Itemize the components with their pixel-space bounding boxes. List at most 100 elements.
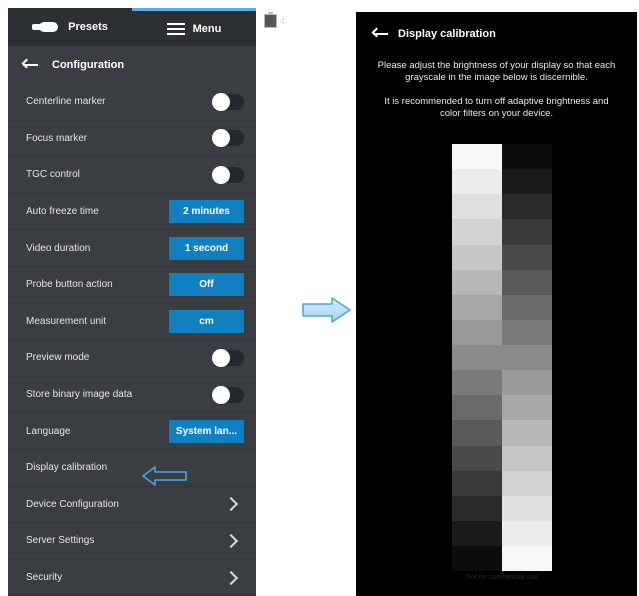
setting-label: Preview mode (26, 352, 90, 364)
grayscale-swatch (502, 520, 552, 546)
grayscale-swatch (502, 244, 552, 270)
grayscale-swatch (502, 294, 552, 320)
adaptive-brightness-note: It is recommended to turn off adaptive b… (384, 96, 609, 119)
setting-label: Store binary image data (26, 389, 133, 401)
setting-row-measurement-unit: Measurement unit cm (8, 304, 256, 341)
grayscale-swatch (502, 370, 552, 396)
tab-menu-label: Menu (192, 22, 222, 35)
preview-mode-toggle[interactable] (212, 348, 244, 367)
setting-label: Device Configuration (26, 498, 119, 510)
clipboard-icon (264, 12, 277, 28)
setting-row-device-configuration[interactable]: Device Configuration (8, 487, 256, 524)
brightness-instruction: Please adjust the brightness of your dis… (377, 60, 616, 83)
screen-title: Display calibration (398, 28, 496, 40)
setting-row-probe-button-action: Probe button action Off (8, 267, 256, 304)
measurement-unit-button[interactable]: cm (169, 309, 244, 333)
setting-label: Focus marker (26, 132, 88, 144)
setting-label: Probe button action (26, 279, 113, 291)
language-button[interactable]: System lan... (169, 419, 244, 443)
setting-label: Server Settings (26, 535, 95, 547)
back-arrow-icon[interactable] (371, 27, 388, 40)
tab-menu[interactable]: Menu (132, 8, 256, 46)
setting-label: Video duration (26, 242, 91, 254)
setting-row-preview-mode: Preview mode (8, 340, 256, 377)
chevron-right-icon (223, 533, 239, 548)
grayscale-swatch (502, 144, 552, 170)
grayscale-swatch (452, 269, 502, 295)
display-calibration-screen: Display calibration Please adjust the br… (356, 12, 637, 596)
setting-label: Display calibration (26, 462, 108, 474)
grayscale-column-light-to-dark (452, 144, 502, 572)
watermark-footnote: Not for commercial use (466, 574, 538, 581)
grayscale-swatch (502, 345, 552, 371)
navigation-arrow-icon (302, 297, 351, 323)
grayscale-swatch (502, 445, 552, 471)
grayscale-swatch (452, 144, 502, 170)
setting-label: Centerline marker (26, 96, 106, 108)
auto-freeze-time-button[interactable]: 2 minutes (169, 200, 244, 224)
grayscale-swatch (502, 219, 552, 245)
setting-row-security[interactable]: Security (8, 560, 256, 596)
setting-row-video-duration: Video duration 1 second (8, 230, 256, 267)
grayscale-column-dark-to-light (502, 144, 552, 572)
setting-row-tgc-control: TGC control (8, 157, 256, 194)
probe-icon (32, 21, 60, 33)
grayscale-swatch (452, 345, 502, 371)
tab-presets[interactable]: Presets (8, 8, 132, 46)
setting-row-display-calibration[interactable]: Display calibration (8, 450, 256, 487)
tab-presets-label: Presets (68, 21, 108, 33)
store-binary-image-data-toggle[interactable] (212, 385, 244, 404)
centerline-marker-toggle[interactable] (212, 92, 244, 111)
setting-label: Measurement unit (26, 315, 107, 327)
grayscale-calibration-image (452, 144, 552, 572)
video-duration-button[interactable]: 1 second (169, 236, 244, 260)
tgc-control-toggle[interactable] (212, 165, 244, 184)
clipboard-count: 4 (280, 16, 286, 26)
grayscale-swatch (452, 445, 502, 471)
pointer-arrow-icon (142, 466, 187, 486)
setting-row-server-settings[interactable]: Server Settings (8, 523, 256, 560)
setting-row-store-binary-image-data: Store binary image data (8, 377, 256, 414)
configuration-header: Configuration (8, 46, 256, 84)
setting-row-auto-freeze-time: Auto freeze time 2 minutes (8, 194, 256, 231)
display-calibration-header: Display calibration (356, 24, 637, 44)
grayscale-swatch (452, 169, 502, 195)
grayscale-swatch (502, 269, 552, 295)
grayscale-swatch (502, 470, 552, 496)
grayscale-swatch (452, 219, 502, 245)
chevron-right-icon (223, 497, 239, 512)
focus-marker-toggle[interactable] (212, 129, 244, 148)
grayscale-swatch (452, 395, 502, 421)
chevron-right-icon (223, 570, 239, 585)
grayscale-swatch (502, 169, 552, 195)
grayscale-swatch (452, 194, 502, 220)
grayscale-swatch (502, 495, 552, 521)
grayscale-swatch (452, 420, 502, 446)
hamburger-icon (166, 22, 185, 35)
grayscale-swatch (452, 370, 502, 396)
grayscale-swatch (452, 546, 502, 572)
setting-label: TGC control (26, 169, 80, 181)
grayscale-swatch (502, 319, 552, 345)
grayscale-swatch (452, 520, 502, 546)
grayscale-swatch (502, 194, 552, 220)
grayscale-swatch (502, 395, 552, 421)
clipboard-badge[interactable]: 4 (264, 11, 294, 31)
grayscale-swatch (502, 546, 552, 572)
configuration-panel: Presets Menu Configuration Centerline ma… (8, 8, 256, 596)
setting-row-language: Language System lan... (8, 413, 256, 450)
setting-label: Auto freeze time (26, 206, 99, 218)
tab-bar: Presets Menu (8, 8, 256, 46)
probe-button-action-button[interactable]: Off (169, 273, 244, 297)
grayscale-swatch (452, 319, 502, 345)
setting-label: Security (26, 572, 63, 584)
back-arrow-icon[interactable] (21, 58, 38, 71)
setting-row-centerline-marker: Centerline marker (8, 84, 256, 121)
grayscale-swatch (452, 244, 502, 270)
page-title: Configuration (52, 59, 125, 71)
setting-label: Language (26, 425, 71, 437)
grayscale-swatch (452, 294, 502, 320)
setting-row-focus-marker: Focus marker (8, 121, 256, 158)
grayscale-swatch (452, 495, 502, 521)
grayscale-swatch (452, 470, 502, 496)
